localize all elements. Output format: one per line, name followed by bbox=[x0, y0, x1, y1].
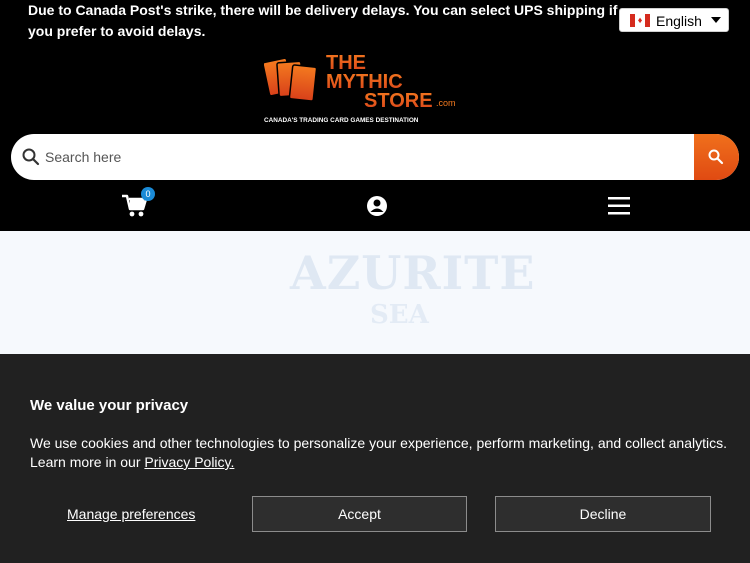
store-logo[interactable]: THE MYTHIC STORE .com CANADA'S TRADING C… bbox=[264, 50, 466, 126]
cookie-text: We use cookies and other technologies to… bbox=[30, 434, 730, 472]
decline-button[interactable]: Decline bbox=[495, 496, 711, 532]
caret-down-icon bbox=[711, 17, 721, 23]
manage-preferences-link[interactable]: Manage preferences bbox=[67, 506, 195, 522]
banner-title: AZURITE bbox=[290, 246, 536, 300]
search-icon bbox=[22, 148, 40, 166]
cookie-title: We value your privacy bbox=[30, 397, 189, 414]
canada-flag-icon: ♦ bbox=[630, 14, 650, 27]
privacy-policy-link[interactable]: Privacy Policy. bbox=[144, 454, 234, 470]
accept-button[interactable]: Accept bbox=[252, 496, 467, 532]
banner-subtitle: SEA bbox=[370, 300, 429, 330]
account-icon[interactable] bbox=[366, 195, 388, 217]
logo-tagline: CANADA'S TRADING CARD GAMES DESTINATION bbox=[264, 117, 419, 124]
logo-suffix: .com bbox=[436, 98, 456, 108]
language-selector[interactable]: ♦ English bbox=[619, 8, 729, 32]
hamburger-menu-icon[interactable] bbox=[608, 196, 630, 216]
search-input[interactable] bbox=[45, 134, 685, 180]
search-bar bbox=[11, 134, 739, 180]
logo-line3: STORE bbox=[364, 90, 433, 112]
cart-count-badge: 0 bbox=[141, 187, 155, 201]
cookie-consent-panel: We value your privacy We use cookies and… bbox=[0, 354, 750, 563]
announcement-bar: Due to Canada Post's strike, there will … bbox=[28, 2, 618, 39]
cookie-body: We use cookies and other technologies to… bbox=[30, 435, 728, 470]
search-icon bbox=[708, 149, 724, 165]
language-label: English bbox=[656, 13, 702, 29]
search-button[interactable] bbox=[694, 134, 739, 180]
